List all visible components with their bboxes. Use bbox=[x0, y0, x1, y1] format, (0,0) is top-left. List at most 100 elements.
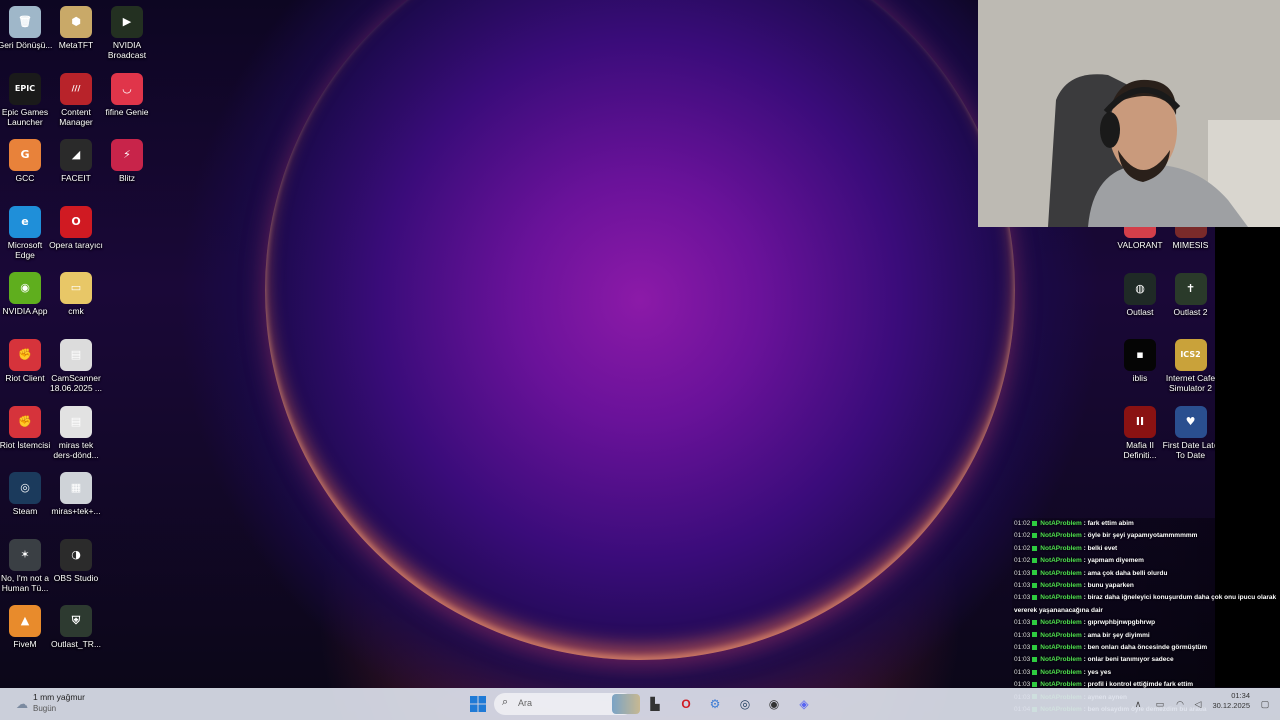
chat-badge-icon bbox=[1032, 632, 1038, 638]
chat-username: NotAProblem bbox=[1040, 668, 1082, 676]
obs-studio-icon: ◑ bbox=[60, 538, 92, 571]
desktop-shortcut[interactable]: ◑ OBS Studio bbox=[48, 535, 104, 599]
desktop-shortcut[interactable]: ◡ fifine Genie bbox=[99, 69, 155, 133]
chat-timestamp: 01:02 bbox=[1014, 557, 1031, 565]
chat-timestamp: 01:03 bbox=[1014, 656, 1031, 664]
image-file-icon: ▦ bbox=[60, 472, 92, 505]
chat-badge-icon bbox=[1032, 644, 1038, 650]
shortcut-label: iblis bbox=[1132, 373, 1148, 384]
desktop-shortcut[interactable]: ⬢ MetaTFT bbox=[48, 2, 104, 66]
shortcut-label: NVIDIA Broadcast bbox=[107, 40, 147, 60]
chat-timestamp: 01:03 bbox=[1014, 582, 1031, 590]
desktop-shortcut[interactable]: ◎ Steam bbox=[0, 468, 53, 532]
desktop-shortcut[interactable]: ///Content Manager bbox=[48, 69, 104, 133]
shortcut-label: fifine Genie bbox=[105, 106, 149, 117]
desktop-shortcut[interactable]: ▦ miras+tek+... bbox=[48, 468, 104, 532]
blitz-icon: ⚡ bbox=[111, 139, 143, 172]
desktop-shortcut[interactable]: ✶ No, I'm not a Human Tü... bbox=[0, 535, 53, 599]
desktop-shortcut[interactable]: ✊ Riot İstemcisi bbox=[0, 402, 53, 466]
desktop-shortcut[interactable]: G GCC bbox=[0, 135, 53, 199]
desktop-shortcut[interactable]: II Mafia II Definiti... bbox=[1112, 402, 1168, 466]
taskbar: ☁ 1 mm yağmur Bugün ⌕ Ara ▙ O ⚙ ◎ ◉ ◈ ∧ … bbox=[0, 688, 1280, 720]
desktop-shortcut[interactable]: ▪ iblis bbox=[1112, 335, 1168, 399]
shortcut-label: Steam bbox=[12, 506, 38, 517]
chat-username: NotAProblem bbox=[1040, 644, 1082, 652]
app-taskbar-icon[interactable]: ◉ bbox=[764, 694, 784, 714]
shortcut-label: cmk bbox=[68, 306, 84, 317]
folder-icon: ▭ bbox=[60, 272, 92, 305]
desktop-shortcut[interactable]: ▶ NVIDIA Broadcast bbox=[99, 2, 155, 66]
chat-timestamp: 01:02 bbox=[1014, 532, 1031, 540]
document-icon: ▤ bbox=[60, 405, 92, 438]
desktop-shortcut[interactable]: ▤ miras tek ders-dönd... bbox=[48, 402, 104, 466]
steam-taskbar-icon[interactable]: ◎ bbox=[735, 694, 755, 714]
iblis-icon: ▪ bbox=[1124, 339, 1156, 372]
shortcut-label: CamScanner 18.06.2025 ... bbox=[50, 373, 102, 393]
recycle-bin-icon: 🗑 bbox=[9, 6, 41, 38]
chat-text: vererek yaşananacağına dair bbox=[1014, 606, 1103, 614]
file-explorer-icon[interactable]: ▙ bbox=[645, 694, 665, 714]
weather-day: Bugün bbox=[33, 704, 57, 713]
desktop-shortcut[interactable]: ⛨ Outlast_TR... bbox=[48, 601, 104, 665]
desktop-shortcut[interactable]: ▲ FiveM bbox=[0, 601, 53, 665]
desktop-shortcut[interactable]: O Opera tarayıcı bbox=[48, 202, 104, 266]
chat-message: 01:02 NotAProblem : fark ettim abim bbox=[1012, 518, 1280, 530]
shortcut-label: Outlast bbox=[1126, 306, 1154, 317]
desktop-shortcut[interactable]: ✊ Riot Client bbox=[0, 335, 53, 399]
chat-message: 01:03 NotAProblem : ben onları daha önces… bbox=[1012, 642, 1280, 654]
weather-icon[interactable]: ☁ bbox=[12, 694, 32, 714]
shortcut-label: OBS Studio bbox=[53, 572, 99, 583]
faceit-icon: ◢ bbox=[60, 139, 92, 172]
first-date-icon: ♥ bbox=[1174, 405, 1207, 438]
windows-logo-icon bbox=[470, 696, 486, 712]
desktop-shortcut[interactable]: ▤ CamScanner 18.06.2025 ... bbox=[48, 335, 104, 399]
shortcut-label: Blitz bbox=[118, 173, 136, 184]
shortcut-label: VALORANT bbox=[1117, 240, 1163, 250]
desktop-shortcut[interactable]: ◢ FACEIT bbox=[48, 135, 104, 199]
weather-text[interactable]: 1 mm yağmur bbox=[33, 692, 85, 702]
search-highlight-icon[interactable] bbox=[612, 694, 640, 714]
desktop-shortcut[interactable]: ◍ Outlast bbox=[1112, 269, 1168, 333]
clock-time: 01:34 bbox=[1231, 691, 1250, 700]
shortcut-label: miras+tek+... bbox=[51, 506, 101, 517]
chat-message: 01:03 NotAProblem : onlar beni tanımıyor … bbox=[1012, 654, 1280, 666]
chat-timestamp: 01:02 bbox=[1014, 544, 1031, 552]
chat-username: NotAProblem bbox=[1040, 544, 1082, 552]
internet-cafe-simulator-icon: ICS2 bbox=[1174, 339, 1207, 372]
desktop-shortcut[interactable]: 🗑 Geri Dönüşü... bbox=[0, 2, 53, 66]
discord-icon[interactable]: ◈ bbox=[794, 694, 814, 714]
desktop-shortcut[interactable]: ◉ NVIDIA App bbox=[0, 268, 53, 332]
search-icon: ⌕ bbox=[502, 696, 509, 708]
desktop-shortcut[interactable]: ▭ cmk bbox=[48, 268, 104, 332]
no-im-not-a-human-icon: ✶ bbox=[9, 538, 41, 571]
desktop-shortcut[interactable]: e Microsoft Edge bbox=[0, 202, 53, 266]
chat-timestamp: 01:03 bbox=[1014, 569, 1031, 577]
desktop-shortcut[interactable]: ⚡ Blitz bbox=[99, 135, 155, 199]
chat-badge-icon bbox=[1032, 669, 1038, 675]
settings-gear-icon[interactable]: ⚙ bbox=[705, 694, 725, 714]
chat-message: 01:02 NotAProblem : yapmam diyemem bbox=[1012, 555, 1280, 567]
shortcut-label: FACEIT bbox=[61, 173, 91, 184]
shortcut-label: miras tek ders-dönd... bbox=[53, 439, 99, 460]
desktop-shortcut[interactable]: EPIC Epic Games Launcher bbox=[0, 69, 53, 133]
network-icon[interactable]: ▭ bbox=[1150, 694, 1170, 714]
opera-taskbar-icon[interactable]: O bbox=[676, 694, 696, 714]
chevron-up-icon[interactable]: ∧ bbox=[1128, 694, 1148, 714]
chat-badge-icon bbox=[1032, 545, 1038, 551]
start-button[interactable] bbox=[468, 694, 488, 714]
metatft-icon: ⬢ bbox=[60, 6, 92, 38]
volume-icon[interactable]: ◁ bbox=[1188, 694, 1208, 714]
desktop-shortcut[interactable]: ✝ Outlast 2 bbox=[1163, 269, 1219, 333]
notification-icon[interactable]: ▢ bbox=[1255, 694, 1275, 714]
chat-badge-icon bbox=[1032, 582, 1038, 588]
wifi-icon[interactable]: ◠ bbox=[1170, 694, 1190, 714]
desktop-shortcut[interactable]: ♥ First Date Late To Date bbox=[1163, 402, 1219, 466]
chat-username: NotAProblem bbox=[1040, 594, 1082, 602]
system-clock[interactable]: 01:34 30.12.2025 bbox=[1206, 691, 1250, 711]
outlast-2-icon: ✝ bbox=[1174, 272, 1207, 305]
outlast-trials-shortcut-icon: ⛨ bbox=[60, 605, 92, 638]
desktop-shortcut[interactable]: ICS2 Internet Cafe Simulator 2 bbox=[1163, 335, 1219, 399]
shortcut-label: Riot İstemcisi bbox=[0, 439, 51, 450]
chat-username: NotAProblem bbox=[1040, 631, 1082, 639]
camscanner-pdf-icon: ▤ bbox=[60, 339, 92, 371]
